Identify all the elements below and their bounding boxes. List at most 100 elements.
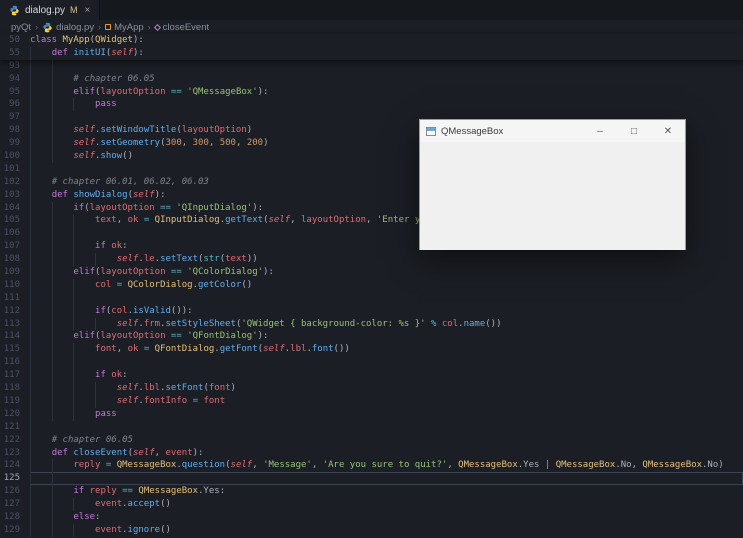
line-text[interactable]: col = QColorDialog.getColor() (30, 278, 743, 292)
line-text[interactable] (30, 420, 743, 434)
line-text[interactable]: if ok: (30, 369, 743, 383)
code-line[interactable]: 116 (0, 356, 743, 370)
code-line[interactable]: 55 def initUI(self): (0, 46, 743, 60)
line-number[interactable]: 125 (0, 472, 20, 485)
code-line[interactable]: 115 font, ok = QFontDialog.getFont(self.… (0, 343, 743, 357)
code-line[interactable]: 95 elif(layoutOption == 'QMessageBox'): (0, 85, 743, 99)
breadcrumb-item-dialog-py[interactable]: dialog.py (41, 22, 95, 33)
line-number[interactable]: 94 (0, 73, 20, 86)
code-editor[interactable]: 50 class MyApp(QWidget): 55 def initUI(sel… (0, 34, 743, 537)
code-line[interactable]: 124 reply = QMessageBox.question(self, '… (0, 459, 743, 473)
line-number[interactable]: 111 (0, 292, 20, 305)
code-line[interactable]: 121 (0, 420, 743, 434)
line-number[interactable]: 106 (0, 227, 20, 240)
code-line[interactable]: 117 if ok: (0, 369, 743, 383)
line-number[interactable]: 120 (0, 408, 20, 421)
maximize-button[interactable]: □ (617, 120, 651, 142)
line-number[interactable]: 93 (0, 60, 20, 73)
line-text[interactable]: class MyApp(QWidget): (30, 34, 743, 47)
line-number[interactable]: 95 (0, 86, 20, 99)
line-number[interactable]: 98 (0, 124, 20, 137)
code-line[interactable]: 93 (0, 59, 743, 73)
code-line[interactable]: 111 (0, 291, 743, 305)
line-number[interactable]: 97 (0, 111, 20, 124)
line-text[interactable]: def initUI(self): (30, 46, 743, 60)
code-line[interactable]: 112 if(col.isValid()): (0, 304, 743, 318)
line-number[interactable]: 115 (0, 343, 20, 356)
line-number[interactable]: 105 (0, 214, 20, 227)
code-line[interactable]: 123 def closeEvent(self, event): (0, 446, 743, 460)
line-text[interactable]: event.ignore() (30, 523, 743, 537)
line-number[interactable]: 123 (0, 447, 20, 460)
code-line[interactable]: 50 class MyApp(QWidget): (0, 34, 743, 47)
sticky-scroll[interactable]: 50 class MyApp(QWidget): 55 def initUI(sel… (0, 34, 743, 60)
line-number[interactable]: 114 (0, 330, 20, 343)
line-number[interactable]: 112 (0, 305, 20, 318)
line-number[interactable]: 107 (0, 240, 20, 253)
line-text[interactable]: self.lbl.setFont(font) (30, 382, 743, 395)
line-number[interactable]: 113 (0, 318, 20, 331)
line-number[interactable]: 128 (0, 511, 20, 524)
code-line[interactable]: 120 pass (0, 407, 743, 421)
breadcrumb-item-pyqt[interactable]: pyQt (10, 22, 32, 33)
line-text[interactable]: event.accept() (30, 498, 743, 511)
line-number[interactable]: 104 (0, 202, 20, 215)
breadcrumb-item-closeevent[interactable]: closeEvent (153, 22, 210, 33)
line-text[interactable]: self.frm.setStyleSheet('QWidget { backgr… (30, 317, 743, 331)
code-line[interactable]: 128 else: (0, 510, 743, 524)
code-line[interactable]: 125 (0, 472, 743, 486)
minimize-button[interactable]: – (583, 120, 617, 142)
line-number[interactable]: 50 (0, 34, 20, 47)
qmessagebox-titlebar[interactable]: QMessageBox – □ ✕ (420, 120, 685, 142)
line-text[interactable]: # chapter 06.05 (30, 433, 743, 447)
line-text[interactable]: pass (30, 407, 743, 421)
line-text[interactable] (30, 59, 743, 73)
close-button[interactable]: ✕ (651, 120, 685, 142)
line-text[interactable]: def closeEvent(self, event): (30, 446, 743, 460)
line-text[interactable]: elif(layoutOption == 'QColorDialog'): (30, 266, 743, 279)
line-text[interactable]: self.fontInfo = font (30, 394, 743, 408)
line-text[interactable]: self.le.setText(str(text)) (30, 253, 743, 267)
line-text[interactable] (30, 356, 743, 370)
code-line[interactable]: 110 col = QColorDialog.getColor() (0, 278, 743, 292)
code-line[interactable]: 96 pass (0, 98, 743, 112)
line-text[interactable]: if(col.isValid()): (30, 304, 743, 318)
line-number[interactable]: 121 (0, 421, 20, 434)
code-line[interactable]: 109 elif(layoutOption == 'QColorDialog')… (0, 266, 743, 279)
line-number[interactable]: 122 (0, 434, 20, 447)
line-number[interactable]: 102 (0, 176, 20, 189)
line-text[interactable]: else: (30, 510, 743, 524)
line-number[interactable]: 100 (0, 150, 20, 163)
line-number[interactable]: 126 (0, 485, 20, 498)
line-number[interactable]: 101 (0, 163, 20, 176)
line-text[interactable] (30, 291, 743, 305)
tab-dialog-py[interactable]: dialog.py M × (0, 0, 101, 20)
line-text[interactable]: font, ok = QFontDialog.getFont(self.lbl.… (30, 343, 743, 357)
line-text[interactable]: # chapter 06.05 (30, 72, 743, 86)
line-number[interactable]: 108 (0, 253, 20, 266)
line-number[interactable]: 55 (0, 47, 20, 60)
breadcrumb-item-myapp[interactable]: MyApp (104, 22, 145, 33)
line-number[interactable]: 124 (0, 459, 20, 472)
line-text[interactable]: elif(layoutOption == 'QFontDialog'): (30, 330, 743, 344)
code-line[interactable]: 127 event.accept() (0, 498, 743, 511)
line-number[interactable]: 129 (0, 524, 20, 537)
line-text[interactable] (30, 472, 743, 486)
line-number[interactable]: 119 (0, 395, 20, 408)
qmessagebox-window[interactable]: QMessageBox – □ ✕ (419, 119, 686, 250)
code-line[interactable]: 94 # chapter 06.05 (0, 72, 743, 86)
line-text[interactable]: pass (30, 98, 743, 112)
line-number[interactable]: 117 (0, 369, 20, 382)
line-number[interactable]: 116 (0, 356, 20, 369)
line-number[interactable]: 118 (0, 382, 20, 395)
code-line[interactable]: 113 self.frm.setStyleSheet('QWidget { ba… (0, 317, 743, 331)
line-number[interactable]: 99 (0, 137, 20, 150)
line-text[interactable]: reply = QMessageBox.question(self, 'Mess… (30, 459, 743, 473)
line-number[interactable]: 96 (0, 98, 20, 111)
line-number[interactable]: 109 (0, 266, 20, 279)
line-number[interactable]: 110 (0, 279, 20, 292)
code-line[interactable]: 119 self.fontInfo = font (0, 394, 743, 408)
line-text[interactable]: elif(layoutOption == 'QMessageBox'): (30, 85, 743, 99)
line-number[interactable]: 103 (0, 189, 20, 202)
code-line[interactable]: 114 elif(layoutOption == 'QFontDialog'): (0, 330, 743, 344)
